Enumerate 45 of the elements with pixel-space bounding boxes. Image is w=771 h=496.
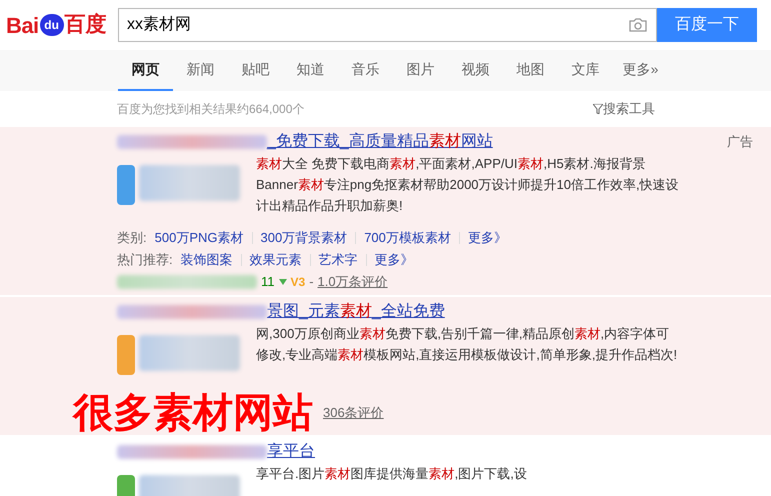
paw-logo-text: du: [40, 14, 64, 36]
nav-tab[interactable]: 视频: [448, 50, 503, 91]
result-snippet: 网,300万原创商业素材免费下载,告别千篇一律,精品原创素材,内容字体可修改,专业高端素材模板网站,直接运用模板做设计,简单形象,提升作品档次!: [256, 326, 678, 362]
logo-text: 百度: [64, 12, 107, 38]
search-value: xx素材网: [127, 14, 191, 35]
nav-tab[interactable]: 音乐: [338, 50, 393, 91]
result-title-link[interactable]: _免费下载_高质量精品素材网站: [267, 130, 493, 154]
category-link[interactable]: 500万PNG素材: [154, 228, 244, 248]
caret-icon: [278, 279, 286, 285]
category-label: 类别:: [117, 229, 147, 248]
recommend-link[interactable]: 效果元素: [250, 250, 302, 270]
reviews-link[interactable]: 1.0万条评价: [318, 272, 388, 292]
nav-tab[interactable]: 知道: [283, 50, 338, 91]
nav-tab[interactable]: 文库: [558, 50, 613, 91]
overlay-caption: 很多素材网站: [73, 393, 313, 433]
nav-tab[interactable]: 更多»: [613, 50, 668, 91]
nav-tab[interactable]: 网页: [118, 50, 173, 91]
camera-icon[interactable]: [628, 17, 648, 33]
result-title-link[interactable]: 享平台: [267, 440, 315, 464]
ad-label: 广告: [727, 133, 754, 152]
nav-tab[interactable]: 新闻: [173, 50, 228, 91]
result-title-link[interactable]: 景图_元素素材_全站免费: [267, 300, 445, 324]
search-button[interactable]: 百度一下: [657, 8, 757, 42]
nav-tab[interactable]: 地图: [503, 50, 558, 91]
category-link[interactable]: 700万模板素材: [364, 228, 451, 248]
separator-text: -: [309, 273, 314, 292]
recommend-link[interactable]: 艺术字: [318, 250, 358, 270]
logo-text: Bai: [6, 12, 39, 40]
recommend-link[interactable]: 更多》: [374, 250, 414, 270]
search-field[interactable]: xx素材网: [118, 8, 657, 42]
result-snippet: 享平台.图片素材图库提供海量素材,图片下载,设: [256, 466, 527, 481]
category-link[interactable]: 300万背景素材: [260, 228, 348, 248]
reviews-link[interactable]: 306条评价: [323, 403, 384, 423]
nav-tab[interactable]: 贴吧: [228, 50, 283, 91]
result-url: 11: [261, 273, 274, 292]
hot-label: 热门推荐:: [117, 251, 173, 270]
result-count: 百度为您找到相关结果约664,000个: [117, 101, 304, 118]
category-link[interactable]: 更多》: [468, 228, 507, 248]
v-level-label: V3: [290, 274, 306, 291]
result-snippet: 素材大全 免费下载电商素材,平面素材,APP/UI素材,H5素材.海报背景Banner素材专注png免抠素材帮助2000万设计师提升10倍工作效率,快速设计出精品作品升职加薪奥!: [256, 156, 679, 213]
search-tools-button[interactable]: 搜索工具: [593, 99, 655, 119]
nav-tab[interactable]: 图片: [393, 50, 448, 91]
filter-icon: [593, 104, 603, 114]
baidu-logo[interactable]: Bai du 百度: [6, 8, 108, 42]
recommend-link[interactable]: 装饰图案: [180, 250, 233, 270]
